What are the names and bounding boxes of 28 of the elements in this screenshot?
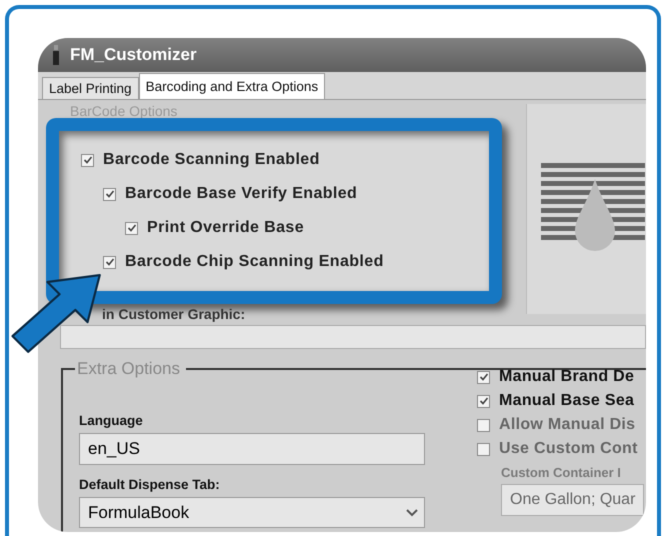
dropdown-value: FormulaBook	[88, 502, 190, 522]
field-label: Custom Container I	[501, 465, 622, 480]
checkbox-label: Barcode Scanning Enabled	[103, 151, 320, 169]
checkbox[interactable]	[125, 222, 138, 234]
chevron-down-icon	[406, 508, 418, 516]
input-field[interactable]: en_US	[79, 433, 425, 465]
tab[interactable]: Label Printing	[42, 77, 139, 99]
checkbox[interactable]	[103, 256, 116, 268]
checkbox-label: Use Custom Cont	[499, 440, 638, 458]
input-field[interactable]	[60, 325, 646, 349]
checkbox-label: Barcode Base Verify Enabled	[125, 185, 358, 203]
checkbox-label: Allow Manual Dis	[499, 416, 636, 434]
checkbox[interactable]	[477, 394, 490, 408]
app-icon	[52, 45, 60, 65]
checkbox-label: Manual Base Sea	[499, 392, 634, 410]
field-label: Default Dispense Tab:	[79, 477, 221, 492]
checkbox[interactable]	[103, 188, 116, 200]
checkbox-label: Barcode Chip Scanning Enabled	[125, 253, 384, 271]
checkbox[interactable]	[81, 154, 94, 166]
checkbox-label: Print Override Base	[147, 219, 304, 237]
tab[interactable]: Barcoding and Extra Options	[138, 73, 326, 99]
dropdown[interactable]: FormulaBook	[79, 497, 425, 528]
checkbox-label: Manual Brand De	[499, 368, 634, 386]
checkbox[interactable]	[477, 370, 490, 384]
window-title: FM_Customizer	[70, 45, 197, 65]
field-label: in Customer Graphic:	[102, 306, 246, 323]
group-legend: Extra Options	[75, 359, 186, 379]
field-label: Language	[79, 413, 144, 428]
